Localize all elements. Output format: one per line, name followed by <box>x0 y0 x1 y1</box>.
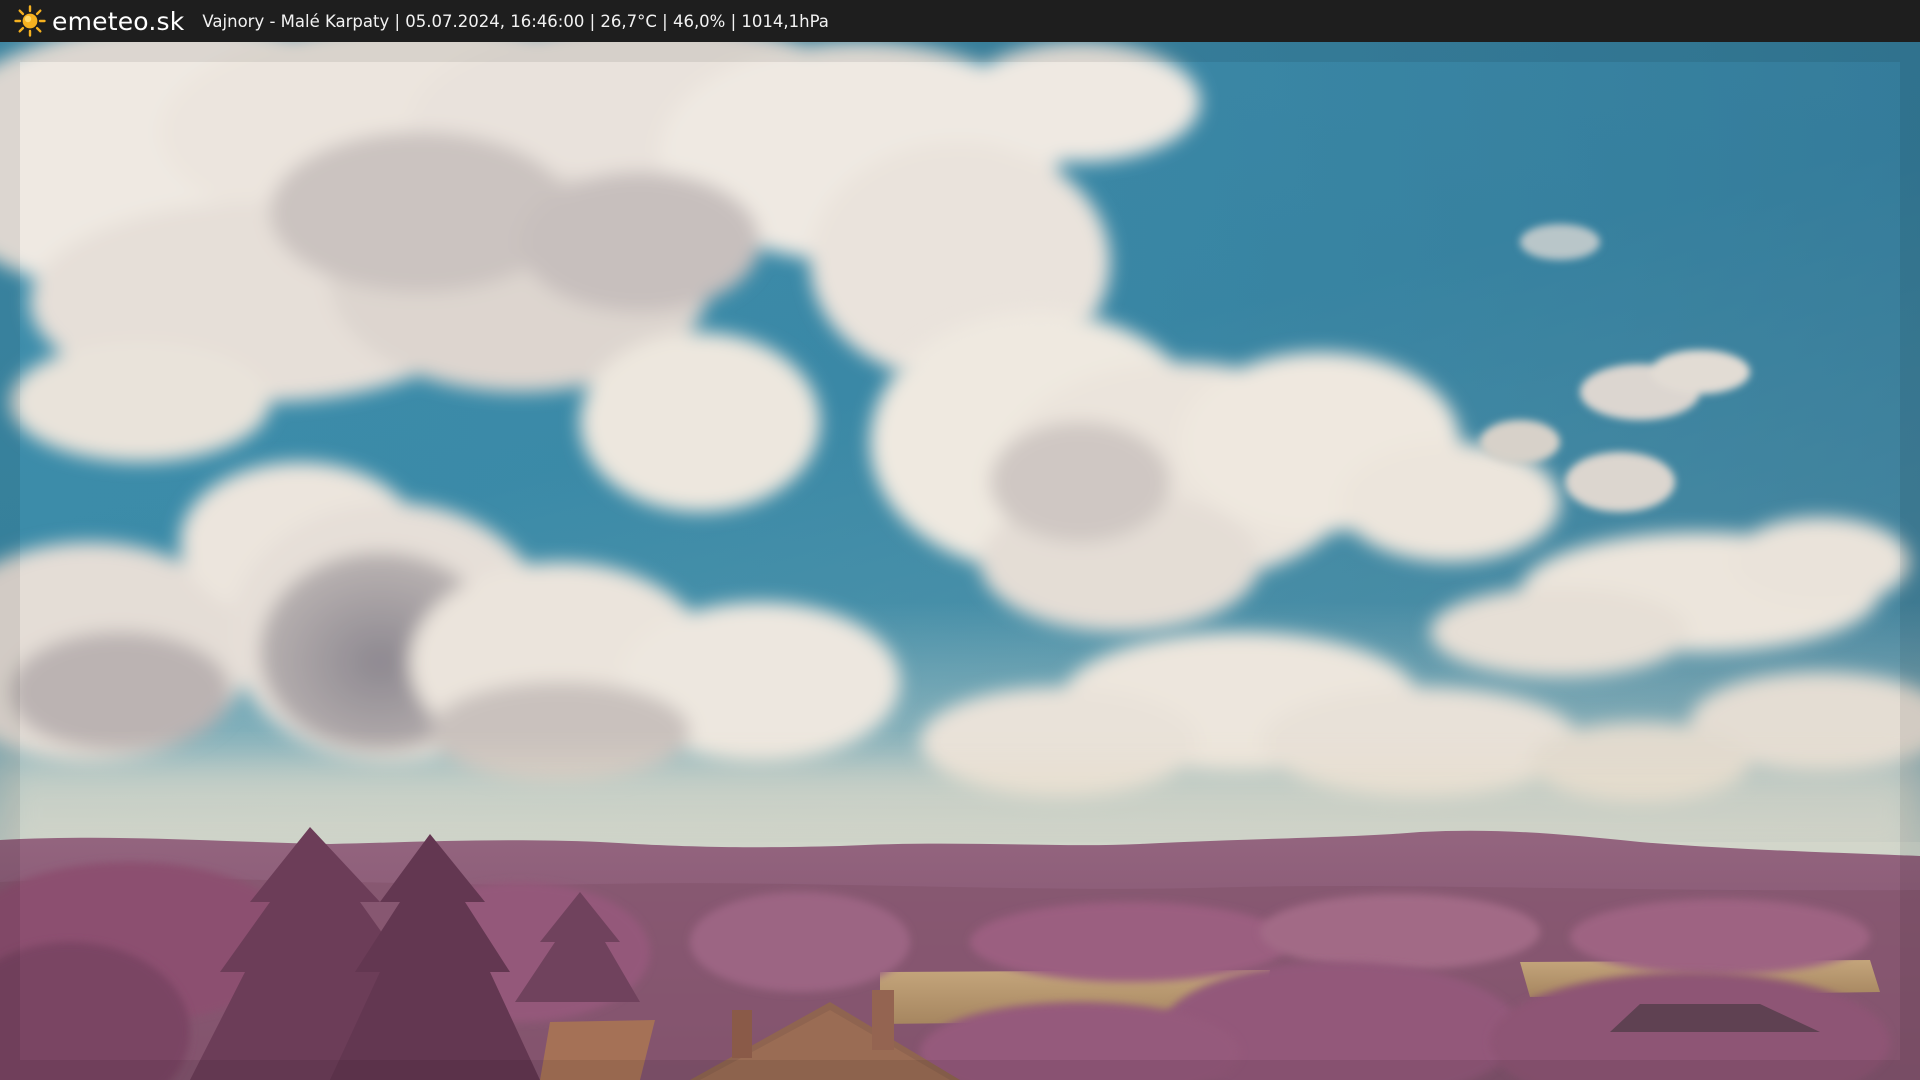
camera-image <box>0 42 1920 1080</box>
header-bar: emeteo.sk Vajnory - Malé Karpaty | 05.07… <box>0 0 1920 42</box>
webcam-view: emeteo.sk Vajnory - Malé Karpaty | 05.07… <box>0 0 1920 1080</box>
brand-logo[interactable]: emeteo.sk <box>14 5 184 37</box>
brand-name: emeteo.sk <box>52 6 185 36</box>
sun-icon <box>14 5 46 37</box>
station-caption: Vajnory - Malé Karpaty | 05.07.2024, 16:… <box>202 11 829 31</box>
